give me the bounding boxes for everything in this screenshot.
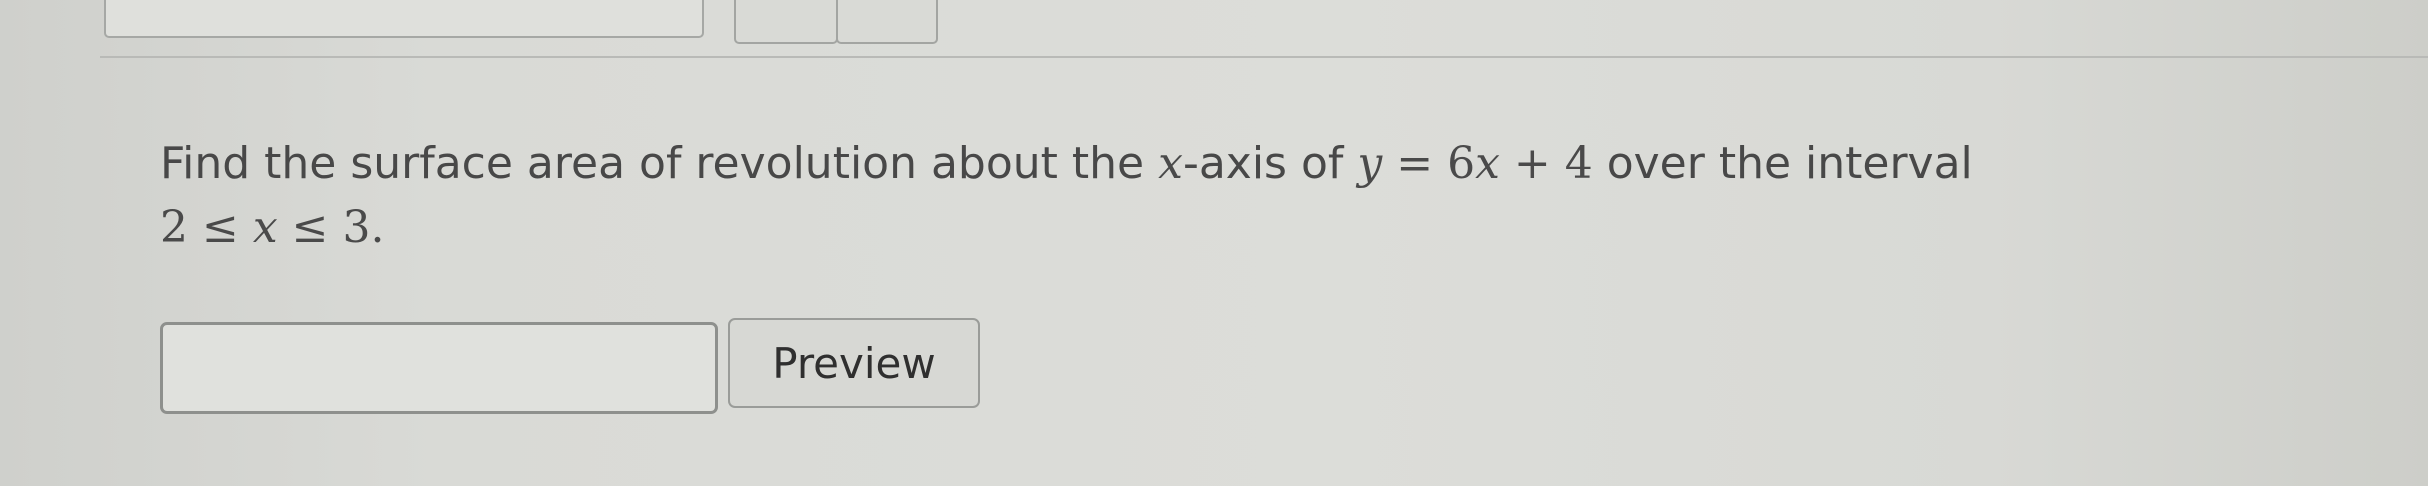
section-divider (100, 56, 2428, 58)
equation: y = 6x + 4 (1357, 138, 1593, 189)
math-variable-x: x (1158, 138, 1183, 189)
question-line1-mid: -axis of (1182, 138, 1358, 189)
question-line1-end: over the interval (1592, 138, 1973, 189)
previous-preview-button[interactable] (734, 0, 838, 44)
previous-button-segment[interactable] (836, 0, 938, 44)
preview-button[interactable]: Preview (728, 318, 980, 408)
answer-input[interactable] (160, 322, 718, 414)
interval: 2 ≤ x ≤ 3. (160, 202, 385, 253)
question-text: Find the surface area of revolution abou… (160, 132, 2360, 260)
previous-answer-input[interactable] (104, 0, 704, 38)
question-line1-text: Find the surface area of revolution abou… (160, 138, 1159, 189)
